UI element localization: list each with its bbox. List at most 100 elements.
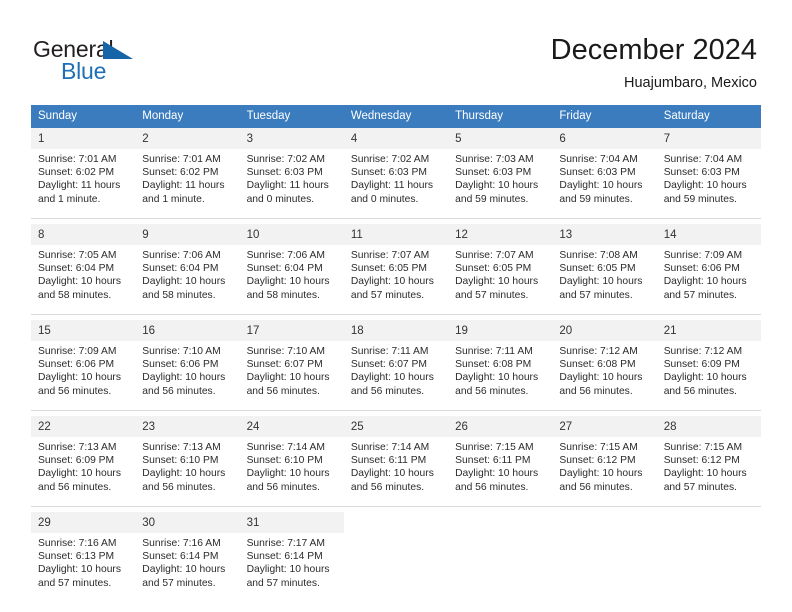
calendar-day-cell[interactable]: 24 Sunrise: 7:14 AM Sunset: 6:10 PM Dayligh… bbox=[239, 416, 344, 507]
calendar-day-cell[interactable]: 31 Sunrise: 7:17 AM Sunset: 6:14 PM Dayligh… bbox=[239, 512, 344, 602]
weekday-header-tuesday: Tuesday bbox=[239, 105, 344, 128]
calendar-day-cell[interactable]: 6 Sunrise: 7:04 AM Sunset: 6:03 PM Daylight… bbox=[552, 128, 657, 219]
day-details: Sunrise: 7:02 AM Sunset: 6:03 PM Daylight:… bbox=[344, 149, 448, 206]
calendar-day-cell[interactable] bbox=[448, 512, 553, 602]
sunrise-time: Sunrise: 7:12 AM bbox=[559, 346, 638, 357]
daylight-duration-line2: and 56 minutes. bbox=[142, 385, 216, 397]
day-details: Sunrise: 7:06 AM Sunset: 6:04 PM Daylight:… bbox=[240, 245, 344, 302]
calendar-day-cell[interactable]: 9 Sunrise: 7:06 AM Sunset: 6:04 PM Daylight… bbox=[135, 224, 240, 315]
calendar-page: General Blue December 2024 Huajumbaro, M… bbox=[0, 0, 792, 612]
calendar-day-cell[interactable]: 14 Sunrise: 7:09 AM Sunset: 6:06 PM Dayligh… bbox=[656, 224, 761, 315]
daylight-duration-line1: Daylight: 10 hours bbox=[663, 180, 747, 192]
daylight-duration-line1: Daylight: 10 hours bbox=[350, 468, 434, 480]
sunset-time: Sunset: 6:07 PM bbox=[246, 359, 323, 371]
calendar-day-cell[interactable]: 13 Sunrise: 7:08 AM Sunset: 6:05 PM Dayligh… bbox=[552, 224, 657, 315]
triangle-icon bbox=[103, 41, 133, 59]
day-cell-content: 24 Sunrise: 7:14 AM Sunset: 6:10 PM Dayligh… bbox=[239, 416, 344, 506]
day-cell-content: 1 Sunrise: 7:01 AM Sunset: 6:02 PM Daylight… bbox=[31, 128, 136, 218]
calendar-day-cell[interactable]: 3 Sunrise: 7:02 AM Sunset: 6:03 PM Daylight… bbox=[239, 128, 344, 219]
calendar-day-cell[interactable]: 2 Sunrise: 7:01 AM Sunset: 6:02 PM Daylight… bbox=[135, 128, 240, 219]
calendar-day-cell[interactable]: 23 Sunrise: 7:13 AM Sunset: 6:10 PM Dayligh… bbox=[135, 416, 240, 507]
sunrise-time: Sunrise: 7:14 AM bbox=[246, 442, 325, 453]
sunrise-time: Sunrise: 7:08 AM bbox=[559, 250, 638, 261]
day-number: 21 bbox=[656, 320, 761, 341]
calendar-day-cell[interactable]: 15 Sunrise: 7:09 AM Sunset: 6:06 PM Dayligh… bbox=[31, 320, 136, 411]
calendar-week-row: 22 Sunrise: 7:13 AM Sunset: 6:09 PM Dayligh… bbox=[31, 416, 761, 507]
calendar-day-cell[interactable]: 19 Sunrise: 7:11 AM Sunset: 6:08 PM Dayligh… bbox=[448, 320, 553, 411]
daylight-duration-line2: and 58 minutes. bbox=[142, 289, 216, 301]
daylight-duration-line1: Daylight: 10 hours bbox=[559, 180, 643, 192]
sunset-time: Sunset: 6:03 PM bbox=[559, 167, 636, 179]
sunset-time: Sunset: 6:03 PM bbox=[246, 167, 323, 179]
sunrise-time: Sunrise: 7:10 AM bbox=[142, 346, 221, 357]
calendar-day-cell[interactable]: 18 Sunrise: 7:11 AM Sunset: 6:07 PM Dayligh… bbox=[343, 320, 449, 411]
day-cell-content: 27 Sunrise: 7:15 AM Sunset: 6:12 PM Dayligh… bbox=[552, 416, 657, 506]
sunrise-time: Sunrise: 7:05 AM bbox=[38, 250, 117, 261]
calendar-day-cell[interactable]: 12 Sunrise: 7:07 AM Sunset: 6:05 PM Dayligh… bbox=[448, 224, 553, 315]
general-blue-logo[interactable]: General Blue bbox=[33, 36, 213, 88]
calendar-day-cell[interactable] bbox=[656, 512, 761, 602]
calendar-day-cell[interactable]: 10 Sunrise: 7:06 AM Sunset: 6:04 PM Dayligh… bbox=[239, 224, 344, 315]
daylight-duration-line2: and 58 minutes. bbox=[246, 289, 320, 301]
daylight-duration-line2: and 56 minutes. bbox=[246, 481, 320, 493]
sunrise-time: Sunrise: 7:04 AM bbox=[663, 154, 743, 165]
daylight-duration-line1: Daylight: 10 hours bbox=[455, 276, 539, 288]
day-details: Sunrise: 7:16 AM Sunset: 6:13 PM Daylight:… bbox=[31, 533, 135, 590]
day-cell-content: 5 Sunrise: 7:03 AM Sunset: 6:03 PM Daylight… bbox=[448, 128, 553, 218]
day-cell-content: 2 Sunrise: 7:01 AM Sunset: 6:02 PM Daylight… bbox=[135, 128, 240, 218]
daylight-duration-line2: and 56 minutes. bbox=[246, 385, 320, 397]
calendar-day-cell[interactable]: 5 Sunrise: 7:03 AM Sunset: 6:03 PM Daylight… bbox=[448, 128, 553, 219]
day-cell-content: 7 Sunrise: 7:04 AM Sunset: 6:03 PM Daylight… bbox=[656, 128, 761, 218]
calendar-day-cell[interactable]: 27 Sunrise: 7:15 AM Sunset: 6:12 PM Dayligh… bbox=[552, 416, 657, 507]
daylight-duration-line1: Daylight: 10 hours bbox=[350, 372, 434, 384]
day-cell-content: 13 Sunrise: 7:08 AM Sunset: 6:05 PM Dayligh… bbox=[552, 224, 657, 314]
day-cell-content: 6 Sunrise: 7:04 AM Sunset: 6:03 PM Daylight… bbox=[552, 128, 657, 218]
calendar-day-cell[interactable]: 28 Sunrise: 7:15 AM Sunset: 6:12 PM Dayligh… bbox=[656, 416, 761, 507]
calendar-day-cell[interactable]: 20 Sunrise: 7:12 AM Sunset: 6:08 PM Dayligh… bbox=[552, 320, 657, 411]
page-header: General Blue December 2024 Huajumbaro, M… bbox=[0, 0, 792, 100]
sunset-time: Sunset: 6:03 PM bbox=[663, 167, 740, 179]
daylight-duration-line1: Daylight: 10 hours bbox=[246, 564, 330, 576]
day-details: Sunrise: 7:01 AM Sunset: 6:02 PM Daylight:… bbox=[135, 149, 239, 206]
day-cell-content: 11 Sunrise: 7:07 AM Sunset: 6:05 PM Dayligh… bbox=[343, 224, 449, 314]
daylight-duration-line2: and 56 minutes. bbox=[663, 385, 737, 397]
day-number: 13 bbox=[552, 224, 657, 245]
day-number bbox=[448, 512, 553, 533]
day-details: Sunrise: 7:03 AM Sunset: 6:03 PM Daylight:… bbox=[448, 149, 552, 206]
daylight-duration-line2: and 0 minutes. bbox=[350, 193, 419, 205]
daylight-duration-line2: and 56 minutes. bbox=[350, 385, 425, 397]
day-number: 2 bbox=[135, 128, 240, 149]
day-details: Sunrise: 7:09 AM Sunset: 6:06 PM Daylight:… bbox=[31, 341, 135, 398]
calendar-day-cell[interactable]: 29 Sunrise: 7:16 AM Sunset: 6:13 PM Dayligh… bbox=[31, 512, 136, 602]
calendar-day-cell[interactable] bbox=[552, 512, 657, 602]
calendar-day-cell[interactable]: 4 Sunrise: 7:02 AM Sunset: 6:03 PM Daylight… bbox=[343, 128, 449, 219]
weekday-header-thursday: Thursday bbox=[448, 105, 553, 128]
calendar-day-cell[interactable] bbox=[343, 512, 449, 602]
page-title: December 2024 bbox=[550, 34, 757, 66]
calendar-day-cell[interactable]: 11 Sunrise: 7:07 AM Sunset: 6:05 PM Dayligh… bbox=[343, 224, 449, 315]
day-cell-content: 3 Sunrise: 7:02 AM Sunset: 6:03 PM Daylight… bbox=[239, 128, 344, 218]
day-number: 5 bbox=[448, 128, 553, 149]
daylight-duration-line1: Daylight: 10 hours bbox=[142, 276, 226, 288]
day-cell-empty bbox=[343, 512, 449, 602]
sunset-time: Sunset: 6:12 PM bbox=[559, 455, 636, 467]
logo-text-blue: Blue bbox=[61, 58, 107, 84]
daylight-duration-line2: and 56 minutes. bbox=[559, 481, 633, 493]
sunset-time: Sunset: 6:06 PM bbox=[142, 359, 219, 371]
day-cell-content: 23 Sunrise: 7:13 AM Sunset: 6:10 PM Dayligh… bbox=[135, 416, 240, 506]
calendar-day-cell[interactable]: 26 Sunrise: 7:15 AM Sunset: 6:11 PM Dayligh… bbox=[448, 416, 553, 507]
calendar-day-cell[interactable]: 7 Sunrise: 7:04 AM Sunset: 6:03 PM Daylight… bbox=[656, 128, 761, 219]
calendar-day-cell[interactable]: 25 Sunrise: 7:14 AM Sunset: 6:11 PM Dayligh… bbox=[343, 416, 449, 507]
calendar-day-cell[interactable]: 1 Sunrise: 7:01 AM Sunset: 6:02 PM Daylight… bbox=[31, 128, 136, 219]
calendar-day-cell[interactable]: 8 Sunrise: 7:05 AM Sunset: 6:04 PM Daylight… bbox=[31, 224, 136, 315]
calendar-week-row: 8 Sunrise: 7:05 AM Sunset: 6:04 PM Daylight… bbox=[31, 224, 761, 315]
calendar-day-cell[interactable]: 30 Sunrise: 7:16 AM Sunset: 6:14 PM Dayligh… bbox=[135, 512, 240, 602]
calendar-day-cell[interactable]: 22 Sunrise: 7:13 AM Sunset: 6:09 PM Dayligh… bbox=[31, 416, 136, 507]
daylight-duration-line1: Daylight: 10 hours bbox=[559, 276, 643, 288]
calendar-day-cell[interactable]: 17 Sunrise: 7:10 AM Sunset: 6:07 PM Dayligh… bbox=[239, 320, 344, 411]
daylight-duration-line2: and 56 minutes. bbox=[38, 385, 112, 397]
day-number bbox=[656, 512, 761, 533]
calendar-day-cell[interactable]: 16 Sunrise: 7:10 AM Sunset: 6:06 PM Dayligh… bbox=[135, 320, 240, 411]
calendar-day-cell[interactable]: 21 Sunrise: 7:12 AM Sunset: 6:09 PM Dayligh… bbox=[656, 320, 761, 411]
daylight-duration-line2: and 57 minutes. bbox=[142, 577, 216, 589]
